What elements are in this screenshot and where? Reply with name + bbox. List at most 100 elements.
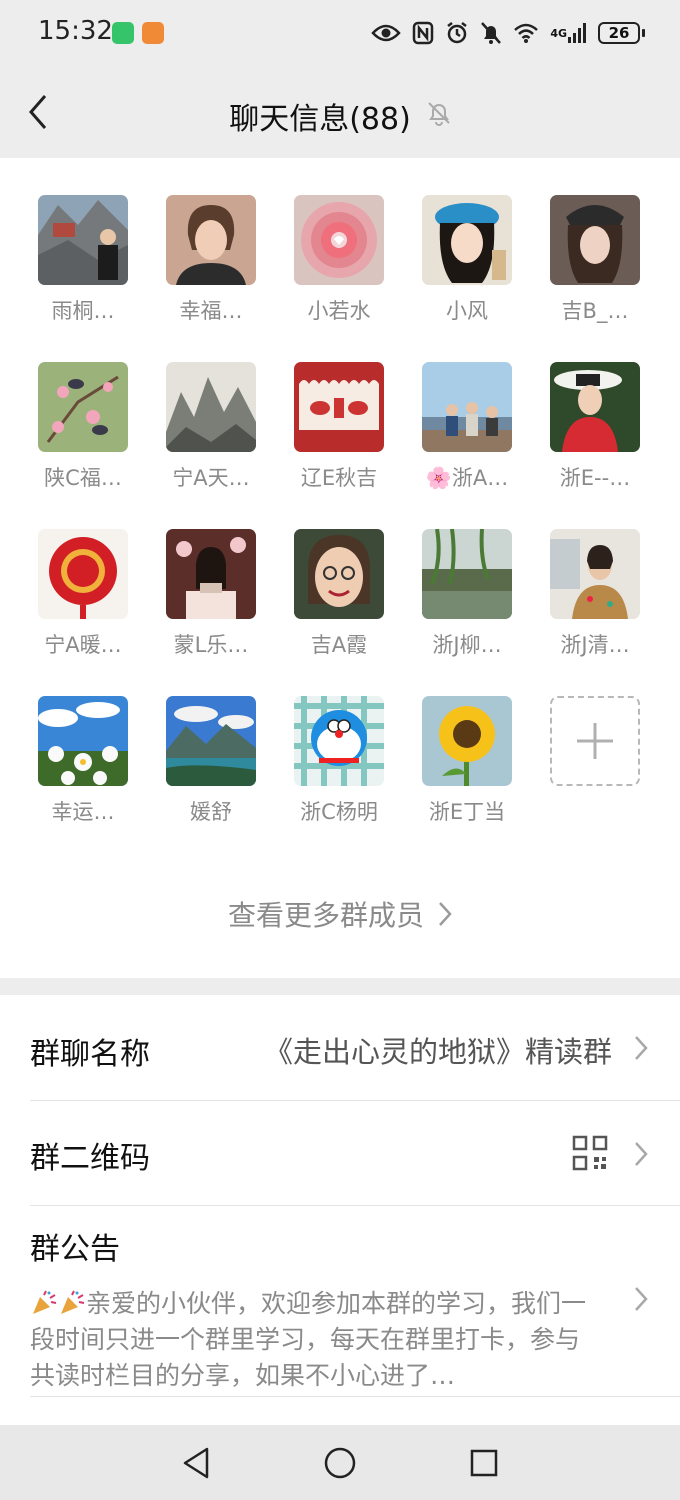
nav-recents-button[interactable] — [464, 1443, 504, 1483]
member-item[interactable]: 幸运… — [28, 696, 138, 836]
member-name: 浙C杨明 — [300, 800, 378, 824]
avatar — [38, 362, 128, 452]
avatar — [550, 195, 640, 285]
avatar — [422, 362, 512, 452]
add-member-tile[interactable] — [550, 696, 640, 786]
member-name: 陕C福… — [44, 466, 122, 490]
avatar — [38, 529, 128, 619]
member-item[interactable]: 宁A天… — [156, 362, 266, 502]
group-name-value: 《走出心灵的地狱》精读群 — [263, 1035, 612, 1069]
member-item[interactable]: 浙E丁当 — [412, 696, 522, 836]
group-name-row[interactable]: 群聊名称 《走出心灵的地狱》精读群 — [0, 995, 680, 1100]
divider — [30, 1396, 680, 1397]
bell-off-status-icon — [480, 21, 502, 45]
settings-panel: 群聊名称 《走出心灵的地狱》精读群 群二维码 群公告 亲爱的小伙伴，欢迎参加本群… — [0, 995, 680, 1425]
avatar — [550, 529, 640, 619]
page-title: 聊天信息(88) — [229, 102, 411, 137]
wifi-icon — [513, 22, 539, 44]
avatar — [38, 195, 128, 285]
member-name: 小风 — [446, 299, 488, 323]
view-more-label: 查看更多群成员 — [227, 899, 424, 932]
alarm-icon — [445, 21, 469, 45]
group-name-label: 群聊名称 — [30, 1037, 150, 1072]
title-bar: 聊天信息(88) — [0, 68, 680, 158]
system-nav-bar — [0, 1425, 680, 1500]
plus-icon — [577, 723, 613, 759]
avatar — [294, 529, 384, 619]
member-item[interactable]: 吉B_… — [540, 195, 650, 335]
eye-icon — [371, 23, 402, 43]
avatar — [38, 696, 128, 786]
bell-off-icon — [428, 102, 450, 126]
nav-home-button[interactable] — [320, 1443, 360, 1483]
members-panel: 雨桐… 幸福… 小若水 小风 吉B_… 陕C福… 宁A天… 辽E秋吉 🌸浙A… … — [0, 158, 680, 978]
member-name: 小若水 — [307, 299, 371, 323]
hourglass-app-icon — [112, 22, 134, 44]
member-name: 幸福… — [179, 299, 243, 323]
member-item[interactable]: 幸福… — [156, 195, 266, 335]
circle-home-icon — [324, 1447, 356, 1479]
member-name: 🌸浙A… — [425, 466, 509, 490]
qr-code-icon — [572, 1135, 608, 1171]
view-more-members-link[interactable]: 查看更多群成员 — [0, 894, 680, 934]
add-member-button[interactable] — [540, 696, 650, 836]
member-item[interactable]: 蒙L乐… — [156, 529, 266, 669]
group-qr-row[interactable]: 群二维码 — [0, 1101, 680, 1205]
group-notice-label: 群公告 — [30, 1232, 120, 1267]
member-name: 浙J柳… — [432, 633, 502, 657]
chevron-right-icon — [635, 1142, 648, 1166]
member-name: 浙J清… — [560, 633, 630, 657]
avatar — [166, 195, 256, 285]
member-item[interactable]: 🌸浙A… — [412, 362, 522, 502]
status-time: 15:32 — [38, 16, 113, 46]
member-name: 浙E--… — [559, 466, 631, 490]
member-item[interactable]: 辽E秋吉 — [284, 362, 394, 502]
member-item[interactable]: 雨桐… — [28, 195, 138, 335]
avatar — [166, 362, 256, 452]
party-popper-icon — [33, 1290, 57, 1314]
member-item[interactable]: 浙J清… — [540, 529, 650, 669]
group-qr-label: 群二维码 — [30, 1141, 150, 1176]
member-name: 雨桐… — [51, 299, 115, 323]
member-item[interactable]: 浙J柳… — [412, 529, 522, 669]
notice-body: 亲爱的小伙伴，欢迎参加本群的学习，我们一段时间只进一个群里学习，每天在群里打卡，… — [30, 1289, 587, 1390]
member-item[interactable]: 吉A霞 — [284, 529, 394, 669]
member-name: 浙E丁当 — [428, 800, 506, 824]
tool-app-icon — [142, 22, 164, 44]
avatar — [422, 529, 512, 619]
party-popper-icon — [61, 1290, 85, 1314]
member-item[interactable]: 宁A暖… — [28, 529, 138, 669]
member-item[interactable]: 陕C福… — [28, 362, 138, 502]
member-name: 媛舒 — [190, 800, 232, 824]
member-item[interactable]: 浙E--… — [540, 362, 650, 502]
member-item[interactable]: 小若水 — [284, 195, 394, 335]
battery-icon: 26 — [598, 22, 645, 44]
avatar — [550, 362, 640, 452]
member-item[interactable]: 小风 — [412, 195, 522, 335]
status-bar: 15:32 4G 26 — [0, 0, 680, 68]
member-name: 吉B_… — [561, 299, 629, 323]
cellular-icon: 4G — [550, 22, 587, 44]
status-icons: 4G 26 — [360, 18, 645, 48]
member-name: 吉A霞 — [310, 633, 368, 657]
member-name: 辽E秋吉 — [300, 466, 378, 490]
member-item[interactable]: 媛舒 — [156, 696, 266, 836]
chevron-right-icon — [635, 1036, 648, 1060]
member-item[interactable]: 浙C杨明 — [284, 696, 394, 836]
chevron-right-icon — [439, 902, 452, 926]
avatar — [166, 529, 256, 619]
nav-back-button[interactable] — [176, 1443, 216, 1483]
triangle-back-icon — [183, 1447, 209, 1479]
avatar — [294, 362, 384, 452]
square-recents-icon — [470, 1449, 498, 1477]
member-name: 幸运… — [51, 800, 115, 824]
group-notice-row[interactable]: 群公告 亲爱的小伙伴，欢迎参加本群的学习，我们一段时间只进一个群里学习，每天在群… — [0, 1206, 680, 1396]
avatar — [294, 195, 384, 285]
avatar — [422, 696, 512, 786]
nfc-icon — [412, 21, 434, 45]
chevron-right-icon — [635, 1287, 648, 1311]
avatar — [422, 195, 512, 285]
member-name: 宁A暖… — [44, 633, 122, 657]
member-name: 宁A天… — [172, 466, 250, 490]
group-notice-text: 亲爱的小伙伴，欢迎参加本群的学习，我们一段时间只进一个群里学习，每天在群里打卡，… — [30, 1286, 590, 1394]
